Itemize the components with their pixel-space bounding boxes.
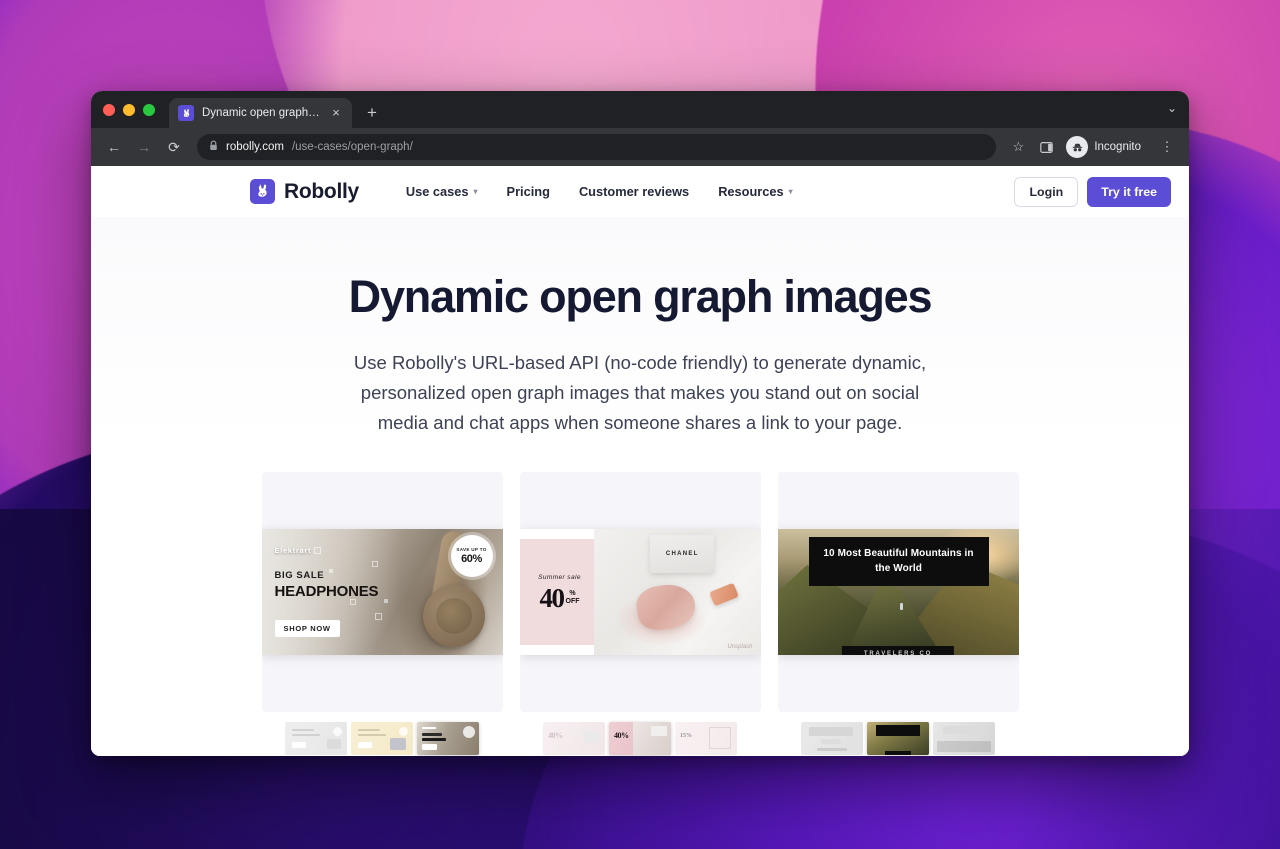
nav-item-resources[interactable]: Resources ▾ [718,184,792,199]
template-card-list: Elektrart BIG SALE HEADPHONES SHOP NOW S… [91,472,1189,756]
template-card[interactable]: 10 Most Beautiful Mountains in the World… [777,472,1019,756]
try-it-free-button[interactable]: Try it free [1087,176,1171,207]
product-box: CHANEL [650,535,715,574]
preview-footer-label: TRAVELERS CO [841,646,955,656]
discount-number: 40 [539,583,566,613]
preview-brand: Elektrart [274,546,312,556]
perfume-bottle [709,582,739,607]
bookmark-star-icon[interactable]: ☆ [1006,135,1030,159]
nav-item-pricing[interactable]: Pricing [507,184,550,199]
template-preview-frame: Elektrart BIG SALE HEADPHONES SHOP NOW S… [261,472,503,713]
hiker-figure [899,603,903,611]
chanel-photo: CHANEL Unsplash [593,529,761,656]
browser-tab-strip: Dynamic open graph images × + ⌄ [91,91,1189,128]
template-thumbnail[interactable] [285,722,347,756]
template-preview-frame: Summer sale 40 % OFF CHANEL Unsplash [519,472,761,713]
nav-actions: Login Try it free [1014,176,1171,207]
url-host: robolly.com [226,141,284,153]
preview-cta-button: SHOP NOW [274,620,340,638]
open-graph-preview-mountains: 10 Most Beautiful Mountains in the World… [777,529,1019,656]
incognito-hat-icon [1066,136,1089,158]
nav-item-use-cases[interactable]: Use cases ▾ [406,184,478,199]
chevron-down-icon: ▾ [473,187,478,196]
decor-dot [383,599,388,604]
site-nav-links: Use cases ▾ Pricing Customer reviews Res… [406,184,793,199]
template-card[interactable]: Elektrart BIG SALE HEADPHONES SHOP NOW S… [261,472,503,756]
decor-dot [328,569,333,574]
discount-badge: SAVE UP TO 60% [450,535,493,578]
window-controls [101,91,163,128]
open-graph-preview-summer-sale: Summer sale 40 % OFF CHANEL Unsplash [519,529,761,656]
browser-toolbar: ← → ⟳ robolly.com/use-cases/open-graph/ … [91,128,1189,166]
template-thumbnail[interactable]: 40% [609,722,671,756]
preview-headline: 10 Most Beautiful Mountains in the World [808,537,989,587]
off-label: OFF [565,598,580,606]
preview-eyebrow: Summer sale [538,574,581,581]
template-preview-frame: 10 Most Beautiful Mountains in the World… [777,472,1019,713]
template-thumbnail[interactable] [933,722,995,756]
hero-subtitle: Use Robolly's URL-based API (no-code fri… [353,352,927,434]
browser-menu-icon[interactable]: ⋮ [1155,135,1179,159]
template-thumbnail[interactable] [351,722,413,756]
template-thumbnail-list: 40% 40% 15% [520,722,761,756]
rabbit-icon [250,179,275,204]
percent-symbol: % [569,590,576,597]
maximize-window-button[interactable] [143,103,155,116]
login-button[interactable]: Login [1014,176,1079,207]
nav-item-customer-reviews[interactable]: Customer reviews [579,184,689,199]
open-graph-preview-headphones: Elektrart BIG SALE HEADPHONES SHOP NOW S… [261,529,503,656]
template-thumbnail[interactable] [867,722,929,756]
page-title: Dynamic open graph images [348,271,933,322]
template-thumbnail[interactable] [417,722,479,756]
preview-eyebrow: BIG SALE [274,570,325,582]
template-thumbnail[interactable]: 15% [675,722,737,756]
lock-icon [209,140,218,154]
decor-square [374,613,382,621]
minimize-window-button[interactable] [123,103,135,116]
nav-label: Resources [718,184,784,199]
decor-square [371,561,378,568]
template-thumbnail-list [262,722,503,756]
chevron-down-icon[interactable]: ⌄ [1167,101,1177,115]
back-button[interactable]: ← [101,134,127,160]
url-path: /use-cases/open-graph/ [291,141,413,153]
nav-label: Customer reviews [578,184,690,199]
browser-tab[interactable]: Dynamic open graph images × [169,98,352,128]
photo-signature: Unsplash [727,644,753,651]
template-thumbnail-list [778,722,1019,756]
address-bar[interactable]: robolly.com/use-cases/open-graph/ [197,134,997,160]
preview-headline: HEADPHONES [274,583,379,601]
site-navbar: Robolly Use cases ▾ Pricing Customer rev… [91,166,1189,217]
hero-section: Dynamic open graph images Use Robolly's … [91,217,1189,756]
chevron-down-icon: ▾ [788,187,793,196]
template-thumbnail[interactable]: 40% [543,722,605,756]
forward-button[interactable]: → [131,134,157,160]
sale-panel: Summer sale 40 % OFF [519,529,612,656]
browser-tab-title: Dynamic open graph images [202,107,320,119]
reload-button[interactable]: ⟳ [161,134,187,160]
profile-label: Incognito [1094,141,1141,153]
badge-percent: 60% [461,553,482,566]
silk-garment [634,580,698,633]
close-window-button[interactable] [103,103,115,116]
decor-square [313,547,321,555]
new-tab-button[interactable]: + [358,99,386,127]
robolly-rabbit-icon [178,105,194,121]
web-page-content: Robolly Use cases ▾ Pricing Customer rev… [91,166,1189,756]
browser-window: Dynamic open graph images × + ⌄ ← → ⟳ ro… [91,91,1189,756]
side-panel-icon[interactable] [1034,135,1058,159]
brand-logo[interactable]: Robolly [250,179,359,204]
box-brand-label: CHANEL [665,551,699,558]
close-tab-icon[interactable]: × [328,105,344,121]
brand-name: Robolly [284,179,359,203]
nav-label: Use cases [405,184,469,199]
template-thumbnail[interactable] [801,722,863,756]
profile-chip[interactable]: Incognito [1064,134,1151,160]
template-card[interactable]: Summer sale 40 % OFF CHANEL Unsplash 40%… [519,472,761,756]
nav-label: Pricing [506,184,550,199]
